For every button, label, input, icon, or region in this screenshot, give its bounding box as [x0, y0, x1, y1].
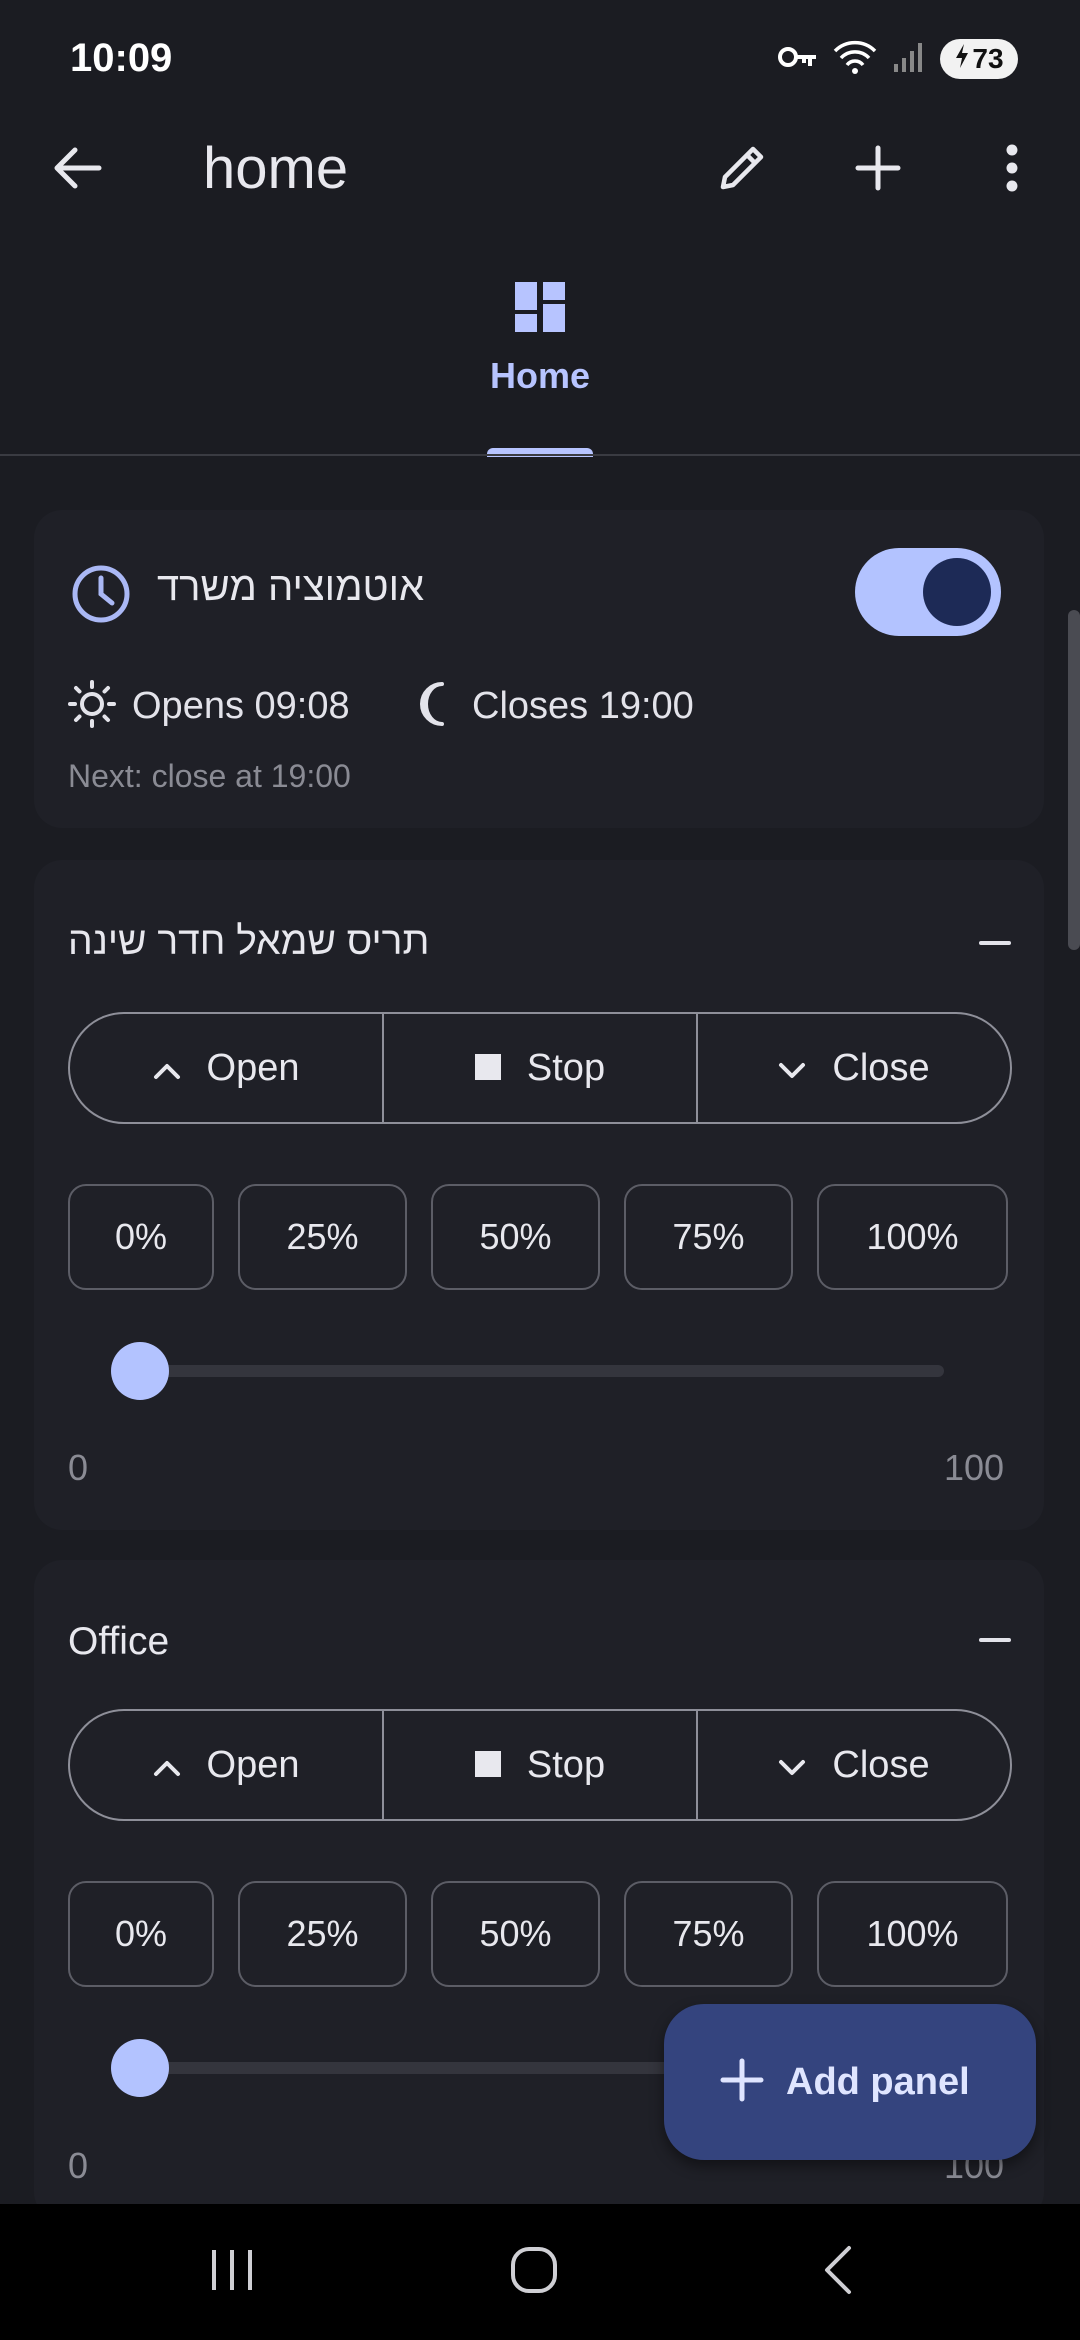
collapse-button[interactable]	[975, 1620, 1015, 1660]
close-button[interactable]: Close	[696, 1711, 1010, 1819]
scrollbar[interactable]	[1068, 610, 1080, 950]
next-action-text: Next: close at 19:00	[68, 758, 351, 794]
opens-text: Opens 09:08	[132, 685, 350, 727]
tab-home-label: Home	[489, 355, 591, 396]
minus-icon	[979, 1638, 1011, 1642]
vpn-key-icon	[778, 42, 818, 77]
back-button[interactable]	[38, 130, 118, 210]
add-icon	[854, 144, 902, 197]
stop-label: Stop	[526, 1046, 606, 1089]
preset-0-button[interactable]: 0%	[68, 1881, 214, 1987]
toggle-knob	[923, 558, 991, 626]
status-icons: 73	[778, 38, 1018, 80]
recent-apps-icon	[210, 2248, 254, 2297]
preset-50-button[interactable]: 50%	[431, 1881, 600, 1987]
shade-control-group: Open Stop Close	[68, 1709, 1012, 1821]
close-button[interactable]: Close	[696, 1014, 1010, 1122]
recent-apps-button[interactable]	[182, 2224, 282, 2320]
slider-max-label: 100	[944, 1447, 1005, 1488]
close-label: Close	[832, 1046, 930, 1089]
system-nav-bar	[0, 2204, 1080, 2340]
system-back-button[interactable]	[788, 2224, 888, 2320]
position-slider-thumb[interactable]	[111, 2039, 169, 2097]
panel-title: תריס שמאל חדר שינה	[68, 920, 430, 963]
closes-text: Closes 19:00	[472, 685, 694, 727]
edit-pencil-icon	[715, 141, 769, 200]
wifi-icon	[832, 39, 878, 80]
closes-info: Closes 19:00	[412, 680, 694, 733]
stop-button[interactable]: Stop	[382, 1014, 696, 1122]
preset-25-button[interactable]: 25%	[238, 1881, 407, 1987]
automation-title: אוטמוציה משרד	[157, 565, 425, 609]
stop-icon	[474, 1744, 501, 1787]
close-label: Close	[832, 1743, 930, 1786]
more-vert-icon	[1005, 143, 1019, 198]
preset-25-button[interactable]: 25%	[238, 1184, 407, 1290]
minus-icon	[979, 941, 1011, 945]
panel-title: Office	[68, 1620, 170, 1663]
add-button[interactable]	[838, 130, 918, 210]
preset-50-button[interactable]: 50%	[431, 1184, 600, 1290]
chevron-up-icon	[153, 1744, 181, 1787]
back-chevron-icon	[823, 2245, 853, 2300]
opens-info: Opens 09:08	[68, 680, 350, 733]
more-options-button[interactable]	[972, 130, 1052, 210]
position-slider-track[interactable]	[140, 1365, 944, 1377]
open-label: Open	[206, 1743, 300, 1786]
shade-control-group: Open Stop Close	[68, 1012, 1012, 1124]
add-panel-label: Add panel	[786, 2060, 970, 2103]
preset-100-button[interactable]: 100%	[817, 1184, 1008, 1290]
stop-icon	[474, 1047, 501, 1090]
add-icon	[720, 2058, 764, 2107]
signal-icon	[892, 40, 926, 79]
edit-button[interactable]	[702, 130, 782, 210]
home-circle-icon	[510, 2246, 558, 2299]
status-time: 10:09	[70, 36, 173, 80]
dashboard-icon	[513, 280, 567, 339]
sun-icon	[68, 680, 116, 733]
chevron-up-icon	[153, 1047, 181, 1090]
open-label: Open	[206, 1046, 300, 1089]
preset-75-button[interactable]: 75%	[624, 1184, 793, 1290]
add-panel-fab[interactable]: Add panel	[664, 2004, 1036, 2160]
position-slider-thumb[interactable]	[111, 1342, 169, 1400]
automation-toggle[interactable]	[855, 548, 1001, 636]
stop-button[interactable]: Stop	[382, 1711, 696, 1819]
open-button[interactable]: Open	[70, 1711, 382, 1819]
preset-100-button[interactable]: 100%	[817, 1881, 1008, 1987]
moon-icon	[412, 680, 456, 733]
home-button[interactable]	[484, 2224, 584, 2320]
slider-min-label: 0	[68, 2145, 89, 2186]
open-button[interactable]: Open	[70, 1014, 382, 1122]
tab-home[interactable]: Home	[470, 280, 610, 455]
collapse-button[interactable]	[975, 923, 1015, 963]
chevron-down-icon	[778, 1047, 806, 1090]
preset-75-button[interactable]: 75%	[624, 1881, 793, 1987]
stop-label: Stop	[526, 1743, 606, 1786]
battery-indicator: 73	[940, 39, 1018, 79]
battery-charging-icon	[954, 43, 970, 76]
chevron-down-icon	[778, 1744, 806, 1787]
preset-0-button[interactable]: 0%	[68, 1184, 214, 1290]
tab-divider	[0, 454, 1080, 456]
back-arrow-icon	[53, 146, 103, 195]
clock-icon	[70, 563, 132, 630]
battery-level: 73	[972, 43, 1004, 74]
slider-min-label: 0	[68, 1447, 89, 1488]
status-bar: 10:09 73	[0, 0, 1080, 120]
page-title: home	[203, 136, 349, 201]
